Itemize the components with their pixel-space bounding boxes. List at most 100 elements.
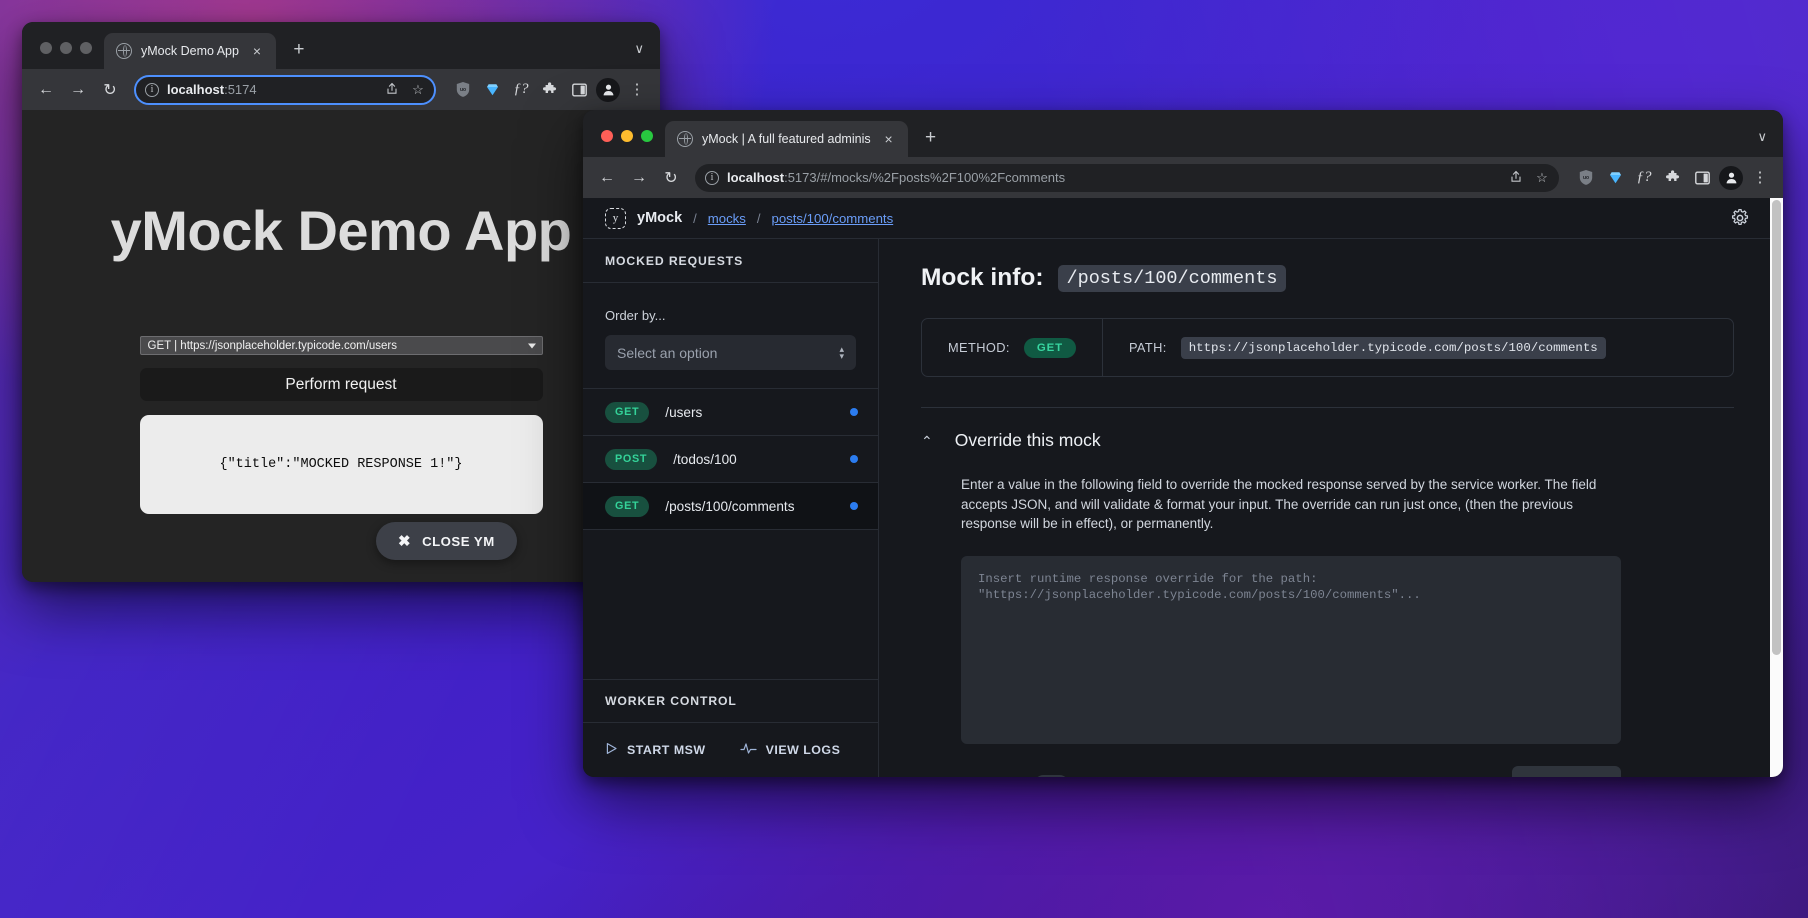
profile-avatar[interactable] — [595, 77, 621, 103]
puzzle-piece-icon[interactable] — [1660, 165, 1686, 191]
back-button[interactable]: ← — [32, 76, 60, 104]
run-once-toggle[interactable] — [1034, 774, 1070, 777]
new-tab-button[interactable]: + — [285, 36, 313, 64]
url-text: localhost:5173/#/mocks/%2Fposts%2F100%2F… — [727, 170, 1499, 185]
worker-control-title: WORKER CONTROL — [583, 679, 878, 723]
path-value: https://jsonplaceholder.typicode.com/pos… — [1180, 336, 1606, 359]
f-question-icon[interactable]: ƒ? — [508, 77, 534, 103]
path-label: PATH: — [1128, 340, 1167, 355]
ublock-shield-icon[interactable]: uo — [1573, 165, 1599, 191]
page-title: yMock Demo App — [110, 199, 572, 262]
mock-path-label: /todos/100 — [673, 451, 737, 467]
tab-title: yMock | A full featured adminis — [702, 132, 871, 146]
close-icon: ✖ — [398, 533, 412, 550]
gear-icon[interactable] — [1730, 208, 1750, 228]
view-logs-button[interactable]: VIEW LOGS — [740, 742, 841, 758]
zoom-button[interactable] — [641, 130, 653, 142]
play-icon — [605, 742, 618, 758]
order-by-select[interactable]: Select an option ▴ ▾ — [605, 335, 856, 370]
override-textarea[interactable]: Insert runtime response override for the… — [961, 555, 1621, 744]
logo-glyph: y — [612, 212, 619, 224]
minimize-button[interactable] — [60, 42, 72, 54]
blue-diamond-icon[interactable] — [479, 77, 505, 103]
site-info-icon[interactable]: i — [705, 170, 719, 185]
browser-tab[interactable]: yMock Demo App × — [104, 33, 276, 69]
window-controls[interactable] — [36, 42, 104, 69]
url-path: :5173/#/mocks/%2Fposts%2F100%2Fcomments — [784, 170, 1066, 185]
bookmark-star-icon[interactable]: ☆ — [409, 82, 427, 98]
breadcrumb-mocks[interactable]: mocks — [708, 211, 746, 226]
start-msw-button[interactable]: START MSW — [605, 742, 706, 758]
close-icon[interactable]: × — [880, 130, 898, 148]
app-name[interactable]: yMock — [637, 210, 682, 226]
sidebar-mock-item-selected[interactable]: GET /posts/100/comments — [583, 483, 878, 530]
side-panel-icon[interactable] — [566, 77, 592, 103]
kebab-menu-icon[interactable]: ⋮ — [624, 77, 650, 103]
response-output: {"title":"MOCKED RESPONSE 1!"} — [139, 415, 543, 514]
browser-tab[interactable]: yMock | A full featured adminis × — [665, 121, 908, 157]
status-dot — [850, 455, 858, 463]
new-tab-button[interactable]: + — [917, 124, 945, 152]
reload-button[interactable]: ↻ — [96, 76, 124, 104]
breadcrumb-current-mock[interactable]: posts/100/comments — [772, 211, 894, 226]
close-ymock-label: CLOSE YM — [422, 533, 495, 549]
method-label: METHOD: — [948, 340, 1010, 355]
forward-button[interactable]: → — [64, 76, 92, 104]
method-badge: POST — [605, 448, 658, 470]
sidebar-section-title: MOCKED REQUESTS — [583, 239, 878, 283]
f-question-icon[interactable]: ƒ? — [1631, 165, 1657, 191]
chevron-down-icon[interactable]: ∨ — [634, 41, 644, 57]
side-panel-icon[interactable] — [1689, 165, 1715, 191]
demo-app-page: yMock Demo App GET | https://jsonplaceho… — [22, 110, 660, 582]
submit-button[interactable]: SUBMIT — [1512, 765, 1621, 777]
minimize-button[interactable] — [621, 130, 633, 142]
start-msw-label: START MSW — [627, 743, 706, 757]
app-scrollbar[interactable] — [1770, 198, 1783, 777]
site-info-icon[interactable]: i — [145, 82, 159, 97]
mock-info-value: /posts/100/comments — [1057, 264, 1287, 292]
ymock-logo-icon[interactable]: y — [605, 207, 626, 229]
forward-button[interactable]: → — [625, 164, 653, 192]
request-select[interactable]: GET | https://jsonplaceholder.typicode.c… — [139, 336, 543, 355]
override-controls-row: Run once SUBMIT — [961, 765, 1621, 777]
svg-text:uo: uo — [1583, 175, 1589, 181]
kebab-menu-icon[interactable]: ⋮ — [1747, 165, 1773, 191]
chevron-down-icon[interactable]: ∨ — [1757, 129, 1767, 145]
back-button[interactable]: ← — [593, 164, 621, 192]
close-ymock-button[interactable]: ✖ CLOSE YM — [376, 522, 517, 560]
breadcrumb-separator: / — [693, 210, 697, 226]
close-button[interactable] — [601, 130, 613, 142]
reload-button[interactable]: ↻ — [657, 164, 685, 192]
close-icon[interactable]: × — [248, 42, 266, 60]
override-section-title: Override this mock — [954, 430, 1101, 450]
share-icon[interactable] — [1507, 170, 1525, 186]
address-bar[interactable]: i localhost:5173/#/mocks/%2Fposts%2F100%… — [695, 163, 1559, 192]
extensions-area: uo ƒ? ⋮ — [446, 77, 650, 103]
browser-window-ymock-admin[interactable]: yMock | A full featured adminis × + ∨ ← … — [583, 110, 1783, 777]
profile-avatar[interactable] — [1718, 165, 1744, 191]
mock-info-label: Mock info: — [921, 264, 1044, 291]
window-controls[interactable] — [597, 130, 665, 157]
activity-pulse-icon — [740, 742, 757, 758]
override-description: Enter a value in the following field to … — [961, 477, 1597, 532]
bookmark-star-icon[interactable]: ☆ — [1533, 170, 1551, 186]
override-placeholder-line-1: Insert runtime response override for the… — [978, 571, 1318, 586]
address-bar[interactable]: i localhost:5174 ☆ — [134, 74, 436, 105]
request-select-value: GET | https://jsonplaceholder.typicode.c… — [147, 339, 398, 352]
override-section-header[interactable]: ⌃ Override this mock — [921, 430, 1734, 451]
share-icon[interactable] — [383, 82, 401, 98]
puzzle-piece-icon[interactable] — [537, 77, 563, 103]
sidebar-mock-item[interactable]: GET /users — [583, 389, 878, 436]
ymock-admin-app: y yMock / mocks / posts/100/comments MOC… — [583, 198, 1783, 777]
url-host: localhost — [727, 170, 785, 185]
close-button[interactable] — [40, 42, 52, 54]
sidebar-mock-item[interactable]: POST /todos/100 — [583, 436, 878, 483]
status-dot — [850, 408, 858, 416]
ublock-shield-icon[interactable]: uo — [450, 77, 476, 103]
chevron-up-icon[interactable]: ⌃ — [921, 434, 933, 448]
blue-diamond-icon[interactable] — [1602, 165, 1628, 191]
browser-window-demo-app[interactable]: yMock Demo App × + ∨ ← → ↻ i localhost:5… — [22, 22, 660, 582]
zoom-button[interactable] — [80, 42, 92, 54]
app-header: y yMock / mocks / posts/100/comments — [583, 198, 1770, 239]
perform-request-button[interactable]: Perform request — [139, 368, 543, 401]
